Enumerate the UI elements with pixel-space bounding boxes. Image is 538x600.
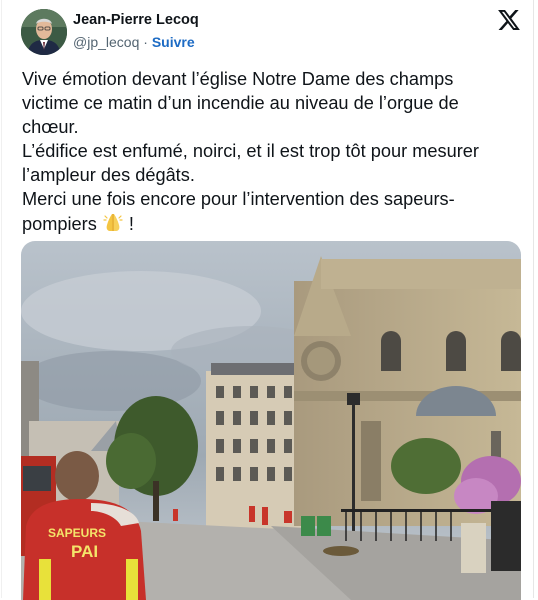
church-fire-scene: SAPEURS PAI — [21, 241, 521, 600]
tweet-line: L’édifice est enfumé, noirci, et il est … — [22, 141, 479, 161]
x-logo-icon[interactable] — [498, 10, 520, 30]
author-handle[interactable]: @jp_lecoq — [73, 34, 139, 50]
follow-button[interactable]: Suivre — [152, 34, 195, 50]
tree-right — [391, 438, 461, 494]
author-avatar[interactable] — [21, 9, 67, 55]
tweet-line: Merci une fois encore pour l’interventio… — [22, 189, 455, 209]
street-lamp — [352, 401, 355, 541]
tweet-line: Vive émotion devant l’église Notre Dame … — [22, 69, 454, 89]
jacket-text-1: SAPEURS — [48, 526, 106, 540]
tweet-line-end: ! — [123, 214, 134, 234]
tweet-line-last: pompiers ! — [22, 211, 522, 239]
tweet-line-text: pompiers — [22, 214, 97, 234]
jacket-text-2: PAI — [71, 542, 98, 561]
author-name[interactable]: Jean-Pierre Lecoq — [73, 12, 199, 28]
meta-separator: · — [139, 34, 152, 50]
avatar-photo — [21, 9, 67, 55]
tweet-text: Vive émotion devant l’église Notre Dame … — [22, 67, 522, 239]
author-meta: @jp_lecoq · Suivre — [73, 34, 195, 50]
green-bin — [301, 516, 315, 536]
tweet-photo[interactable]: SAPEURS PAI — [21, 241, 521, 600]
debris — [323, 546, 359, 556]
tweet-card: Jean-Pierre Lecoq @jp_lecoq · Suivre Viv… — [1, 0, 534, 600]
tweet-line: victime ce matin d’un incendie au niveau… — [22, 93, 459, 113]
tweet-line: l’ampleur des dégâts. — [22, 165, 195, 185]
folded-hands-emoji — [102, 211, 124, 239]
tweet-line: chœur. — [22, 117, 79, 137]
